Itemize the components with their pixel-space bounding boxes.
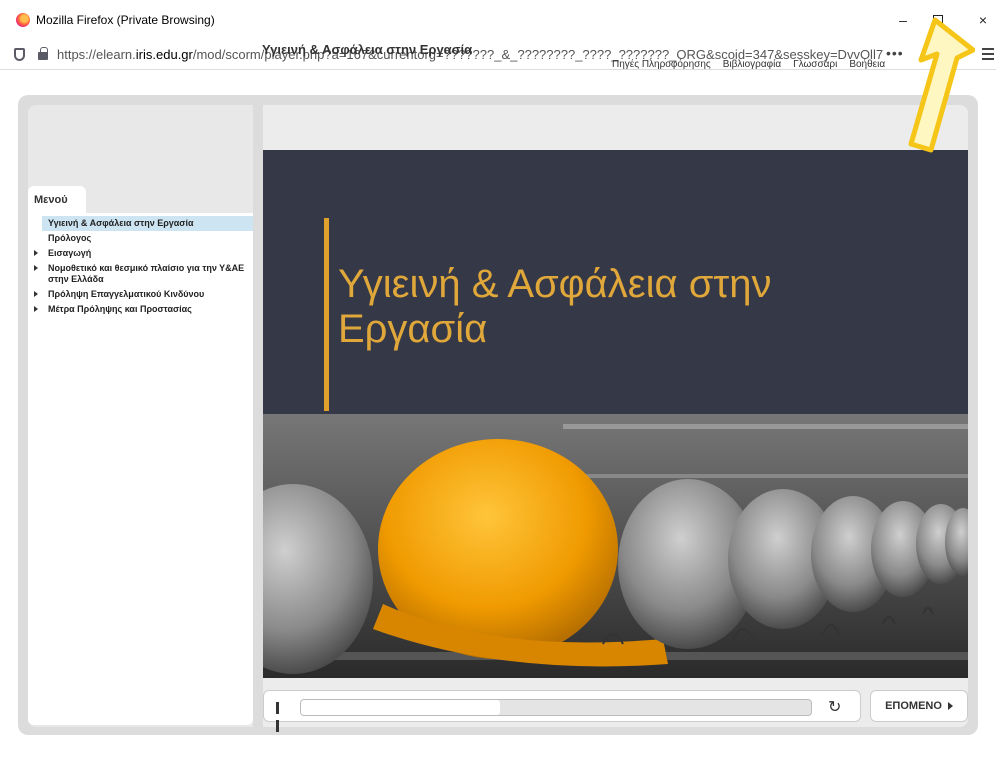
- accent-bar: [324, 218, 329, 411]
- chevron-right-icon: [947, 702, 953, 710]
- expand-arrow-icon[interactable]: [34, 291, 38, 297]
- menu-item-4[interactable]: Πρόληψη Επαγγελματικού Κινδύνου: [28, 287, 253, 302]
- top-navigation: Πηγές Πληροφόρησης Βιβλιογραφία Γλωσσάρι Βο…: [612, 59, 897, 70]
- url-prefix: https://elearn.: [57, 47, 136, 62]
- slide: Υγιεινή & Ασφάλεια στην Εργασία: [263, 150, 968, 678]
- slide-title: Υγιεινή & Ασφάλεια στην Εργασία: [338, 262, 771, 352]
- menu-item-label: Υγιεινή & Ασφάλεια στην Εργασία: [48, 218, 194, 228]
- hard-hats-illustration: [263, 414, 968, 678]
- menu-tab[interactable]: Μενού: [28, 186, 86, 214]
- tracking-protection-shield-icon[interactable]: [14, 48, 25, 61]
- menu-item-label: Μέτρα Πρόληψης και Προστασίας: [48, 304, 192, 314]
- expand-arrow-icon[interactable]: [34, 250, 38, 256]
- player-controls: ↻ ΕΠΟΜΕΝΟ: [263, 690, 968, 732]
- topnav-item-2[interactable]: Γλωσσάρι: [793, 59, 837, 70]
- pause-icon[interactable]: [276, 701, 287, 732]
- menu-item-3[interactable]: Νομοθετικό και θεσμικό πλαίσιο για την Υ…: [28, 261, 253, 287]
- course-title: Υγιεινή & Ασφάλεια στην Εργασία: [262, 42, 473, 57]
- window-title: Mozilla Firefox (Private Browsing): [36, 13, 215, 27]
- menu-item-0[interactable]: Υγιεινή & Ασφάλεια στην Εργασία: [42, 216, 253, 231]
- playback-bar: ↻: [263, 690, 861, 732]
- annotation-arrow-icon: [908, 17, 975, 153]
- menu-item-label: Πρόληψη Επαγγελματικού Κινδύνου: [48, 289, 205, 299]
- replay-icon[interactable]: ↻: [828, 697, 841, 717]
- menu-item-label: Πρόλογος: [48, 233, 92, 243]
- app-menu-icon[interactable]: [982, 48, 994, 60]
- menu-item-5[interactable]: Μέτρα Πρόληψης και Προστασίας: [28, 302, 253, 317]
- slide-title-line2: Εργασία: [338, 307, 488, 351]
- next-button-label: ΕΠΟΜΕΝΟ: [885, 700, 942, 712]
- next-button[interactable]: ΕΠΟΜΕΝΟ: [870, 690, 968, 722]
- firefox-logo-icon: [16, 13, 30, 27]
- progress-fill: [301, 700, 500, 715]
- progress-track[interactable]: [300, 699, 812, 716]
- lock-icon[interactable]: [38, 47, 48, 60]
- menu-item-1[interactable]: Πρόλογος: [28, 231, 253, 246]
- topnav-item-0[interactable]: Πηγές Πληροφόρησης: [612, 59, 711, 70]
- title-bar: Mozilla Firefox (Private Browsing) – ×: [0, 0, 996, 40]
- url-domain: iris.edu.gr: [135, 47, 193, 62]
- menu-item-label: Νομοθετικό και θεσμικό πλαίσιο για την Υ…: [48, 263, 245, 284]
- menu-list: Υγιεινή & Ασφάλεια στην Εργασία Πρόλογος Ε…: [28, 216, 253, 317]
- expand-arrow-icon[interactable]: [34, 306, 38, 312]
- browser-window: Mozilla Firefox (Private Browsing) – × h…: [0, 0, 996, 762]
- topnav-item-1[interactable]: Βιβλιογραφία: [723, 59, 781, 70]
- menu-item-label: Εισαγωγή: [48, 248, 92, 258]
- expand-arrow-icon[interactable]: [34, 265, 38, 271]
- menu-item-2[interactable]: Εισαγωγή: [28, 246, 253, 261]
- slide-title-panel: Υγιεινή & Ασφάλεια στην Εργασία: [263, 150, 968, 414]
- slide-title-line1: Υγιεινή & Ασφάλεια στην: [338, 262, 772, 306]
- hard-hats-photo: [263, 414, 968, 678]
